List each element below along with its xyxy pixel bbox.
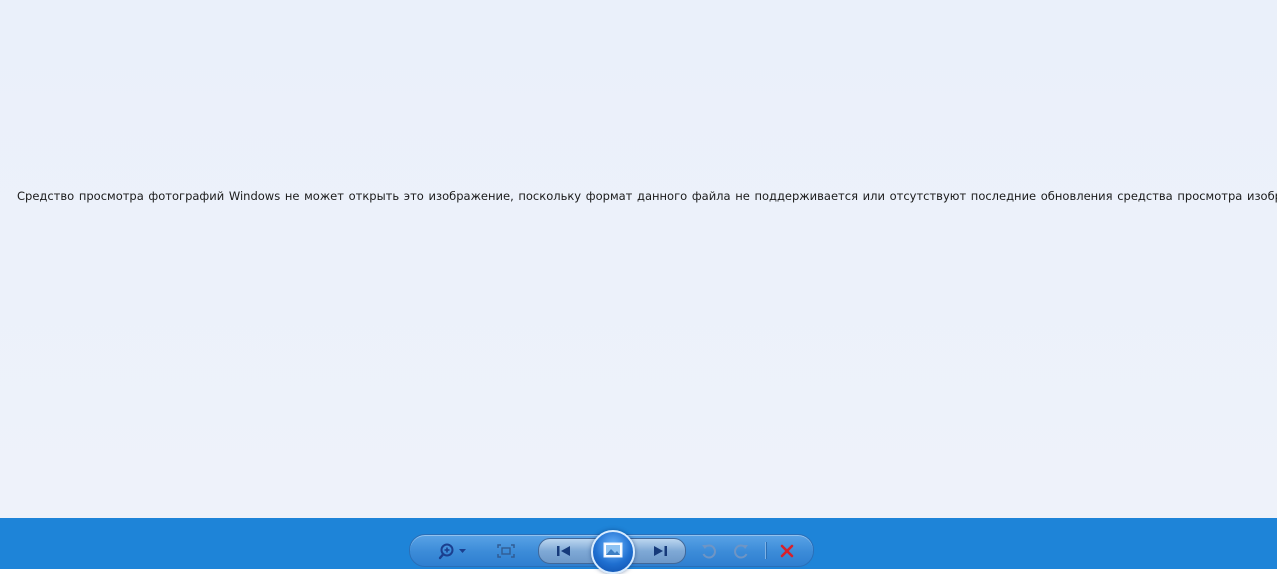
bottom-toolbar: [0, 518, 1277, 574]
next-icon: [652, 545, 668, 557]
rotate-clockwise-icon: [734, 543, 750, 559]
playback-controls: [409, 530, 814, 574]
fit-window-icon: [497, 544, 515, 558]
delete-button[interactable]: [776, 541, 798, 561]
slideshow-icon: [603, 542, 623, 562]
delete-x-icon: [780, 544, 794, 558]
toolbar-separator: [765, 542, 767, 559]
previous-icon: [556, 545, 572, 557]
zoom-button[interactable]: [436, 540, 470, 562]
previous-button[interactable]: [548, 541, 580, 561]
next-button[interactable]: [644, 541, 676, 561]
rotate-right-button[interactable]: [731, 541, 753, 561]
slideshow-button[interactable]: [591, 530, 635, 574]
rotate-counterclockwise-icon: [700, 543, 716, 559]
fit-window-button[interactable]: [494, 541, 518, 561]
error-message: Средство просмотра фотографий Windows не…: [17, 189, 1277, 203]
chevron-down-icon: [459, 549, 466, 554]
image-viewer-area: Средство просмотра фотографий Windows не…: [0, 0, 1277, 518]
rotate-left-button[interactable]: [697, 541, 719, 561]
